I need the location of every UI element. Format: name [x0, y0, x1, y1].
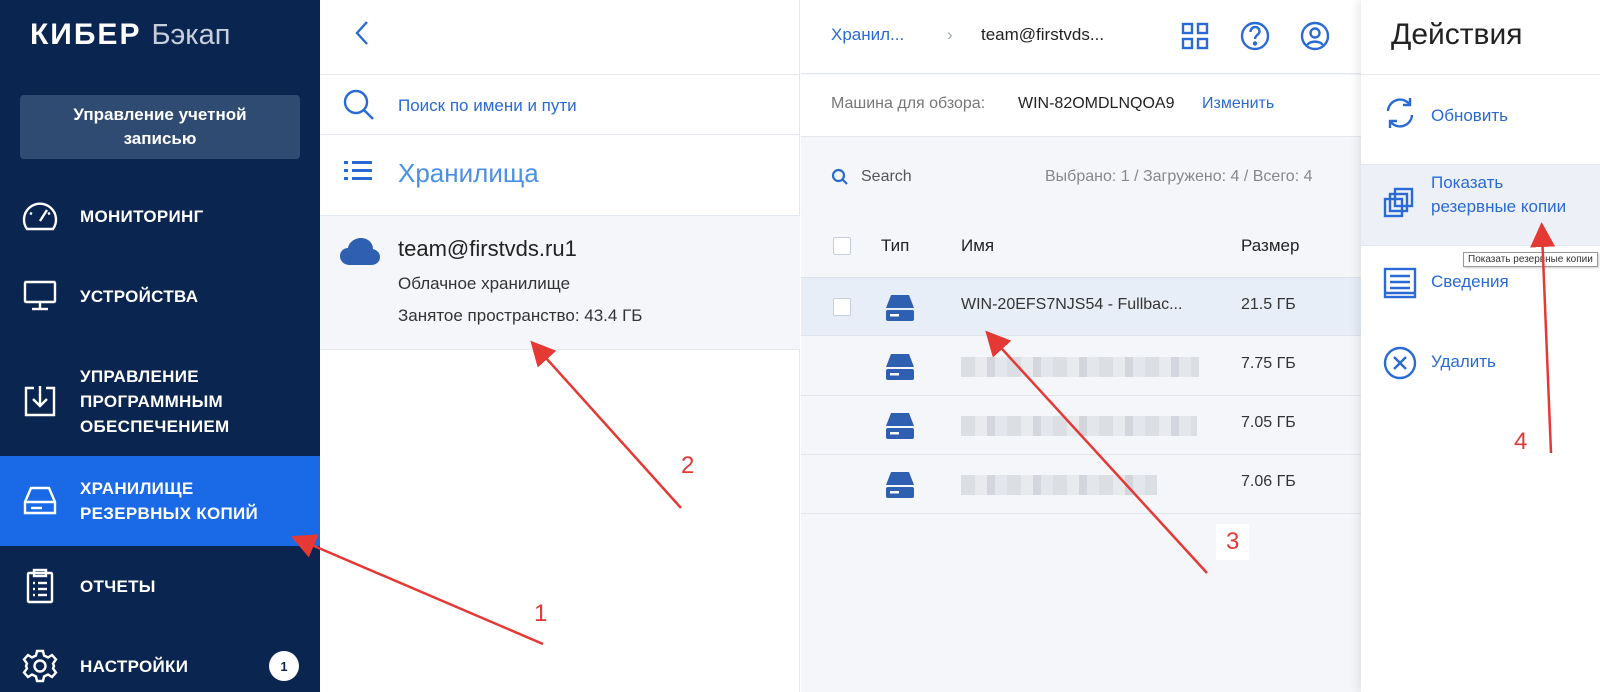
annotation-marker-4: 4 — [1514, 428, 1528, 455]
user-profile-icon[interactable] — [1299, 20, 1331, 52]
table-row[interactable]: WIN-20EFS7NJS54 - Fullbac... 21.5 ГБ — [801, 277, 1361, 336]
copies-icon — [1383, 187, 1415, 224]
annotation-marker-1: 1 — [534, 600, 548, 627]
table-row[interactable]: 7.06 ГБ — [801, 455, 1361, 514]
breadcrumb-storages[interactable]: Хранил... — [831, 25, 904, 45]
backups-panel: Хранил... › team@firstvds... Машина для … — [801, 0, 1361, 692]
selection-counter: Выбрано: 1 / Загружено: 4 / Всего: 4 — [1045, 168, 1313, 185]
divider — [320, 74, 800, 75]
annotation-marker-3: 3 — [1216, 524, 1250, 560]
backup-name: WIN-20EFS7NJS54 - Fullbac... — [961, 296, 1183, 313]
storage-card[interactable]: team@firstvds.ru1 Облачное хранилище Зан… — [320, 215, 800, 350]
details-icon — [1383, 266, 1417, 305]
refresh-action[interactable]: Обновить — [1361, 88, 1600, 144]
logo: КИБЕР Бэкап — [30, 18, 230, 54]
change-machine-link[interactable]: Изменить — [1202, 95, 1274, 113]
chevron-left-icon — [354, 20, 370, 51]
notification-badge: 1 — [269, 651, 299, 681]
tooltip: Показать резервные копии — [1463, 252, 1598, 267]
nav-label: ОТЧЕТЫ — [80, 576, 156, 596]
search-icon — [342, 88, 376, 127]
storage-type: Облачное хранилище — [398, 274, 571, 293]
gauge-icon — [20, 196, 60, 236]
search-icon — [831, 168, 849, 191]
row-checkbox[interactable] — [833, 298, 851, 316]
backup-size: 21.5 ГБ — [1241, 296, 1296, 313]
backup-size: 7.05 ГБ — [1241, 414, 1296, 431]
gear-icon — [20, 646, 60, 686]
select-all-checkbox[interactable] — [833, 237, 851, 255]
divider — [1361, 74, 1600, 75]
show-backups-action[interactable]: Показать резервные копии — [1361, 164, 1600, 246]
logo-sub-text: Бэкап — [151, 19, 231, 51]
action-label: Показать резервные копии — [1431, 173, 1567, 216]
column-header-size[interactable]: Размер — [1241, 236, 1299, 256]
nav-item-reports[interactable]: ОТЧЕТЫ — [0, 560, 320, 612]
drive-icon — [885, 294, 915, 327]
grid-icon[interactable] — [1179, 20, 1211, 52]
drive-icon — [885, 471, 915, 504]
storage-panel: Хранилища team@firstvds.ru1 Облачное хра… — [320, 0, 800, 692]
action-label: Обновить — [1431, 106, 1508, 125]
nav-label: МОНИТОРИНГ — [80, 206, 204, 226]
actions-title: Действия — [1391, 18, 1523, 51]
nav-label: УСТРОЙСТВА — [80, 286, 199, 306]
storage-search-input[interactable] — [398, 94, 778, 118]
clipboard-icon — [20, 566, 60, 606]
logo-main-text: КИБЕР — [30, 18, 142, 51]
back-button[interactable] — [348, 20, 376, 50]
action-label: Удалить — [1431, 352, 1496, 371]
nav-item-software-management[interactable]: УПРАВЛЕНИЕ ПРОГРАММНЫМ ОБЕСПЕЧЕНИЕМ — [0, 356, 320, 446]
account-management-button[interactable]: Управление учетной записью — [20, 95, 300, 159]
table-row[interactable]: 7.75 ГБ — [801, 337, 1361, 396]
cloud-icon — [340, 238, 380, 271]
blurred-backup-name — [961, 416, 1197, 436]
delete-action[interactable]: Удалить — [1361, 342, 1600, 398]
column-header-type[interactable]: Тип — [881, 236, 909, 256]
backup-size: 7.75 ГБ — [1241, 355, 1296, 372]
machine-bar: Машина для обзора: WIN-82OMDLNQOA9 Измен… — [801, 75, 1361, 137]
annotation-marker-2: 2 — [681, 452, 695, 479]
column-header-name[interactable]: Имя — [961, 236, 994, 256]
monitor-icon — [20, 276, 60, 316]
blurred-backup-name — [961, 357, 1199, 377]
delete-icon — [1383, 346, 1417, 385]
nav-label: УПРАВЛЕНИЕ ПРОГРАММНЫМ ОБЕСПЕЧЕНИЕМ — [80, 366, 230, 436]
divider — [320, 134, 800, 135]
machine-value: WIN-82OMDLNQOA9 — [1018, 95, 1175, 112]
blurred-backup-name — [961, 475, 1157, 495]
drive-icon — [885, 353, 915, 386]
nav-label: ХРАНИЛИЩЕ РЕЗЕРВНЫХ КОПИЙ — [80, 479, 259, 523]
nav-item-monitoring[interactable]: МОНИТОРИНГ — [0, 190, 320, 242]
nav-item-devices[interactable]: УСТРОЙСТВА — [0, 270, 320, 322]
storage-name: team@firstvds.ru1 — [398, 236, 577, 261]
nav-item-settings[interactable]: НАСТРОЙКИ 1 — [0, 640, 320, 692]
nav-item-backup-storage[interactable]: ХРАНИЛИЩЕ РЕЗЕРВНЫХ КОПИЙ — [0, 456, 320, 546]
action-label: Сведения — [1431, 272, 1509, 291]
top-bar: Хранил... › team@firstvds... — [801, 0, 1361, 74]
storage-used-space: Занятое пространство: 43.4 ГБ — [398, 306, 643, 325]
details-action[interactable]: Сведения — [1361, 262, 1600, 318]
drive-icon — [20, 481, 60, 521]
nav-label: НАСТРОЙКИ — [80, 656, 189, 676]
list-icon — [344, 160, 372, 191]
table-row[interactable]: 7.05 ГБ — [801, 396, 1361, 455]
sidebar: КИБЕР Бэкап Управление учетной записью М… — [0, 0, 320, 692]
section-title: Хранилища — [398, 158, 539, 188]
software-install-icon — [20, 381, 60, 421]
actions-panel: Действия Обновить Показать резервные коп… — [1361, 0, 1600, 692]
refresh-icon — [1383, 96, 1417, 135]
backup-search-input[interactable] — [861, 165, 981, 189]
breadcrumb-current: team@firstvds... — [981, 25, 1105, 44]
breadcrumb-separator-icon: › — [947, 25, 953, 44]
drive-icon — [885, 412, 915, 445]
machine-label: Машина для обзора: — [831, 95, 986, 112]
help-icon[interactable] — [1239, 20, 1271, 52]
backup-size: 7.06 ГБ — [1241, 473, 1296, 490]
